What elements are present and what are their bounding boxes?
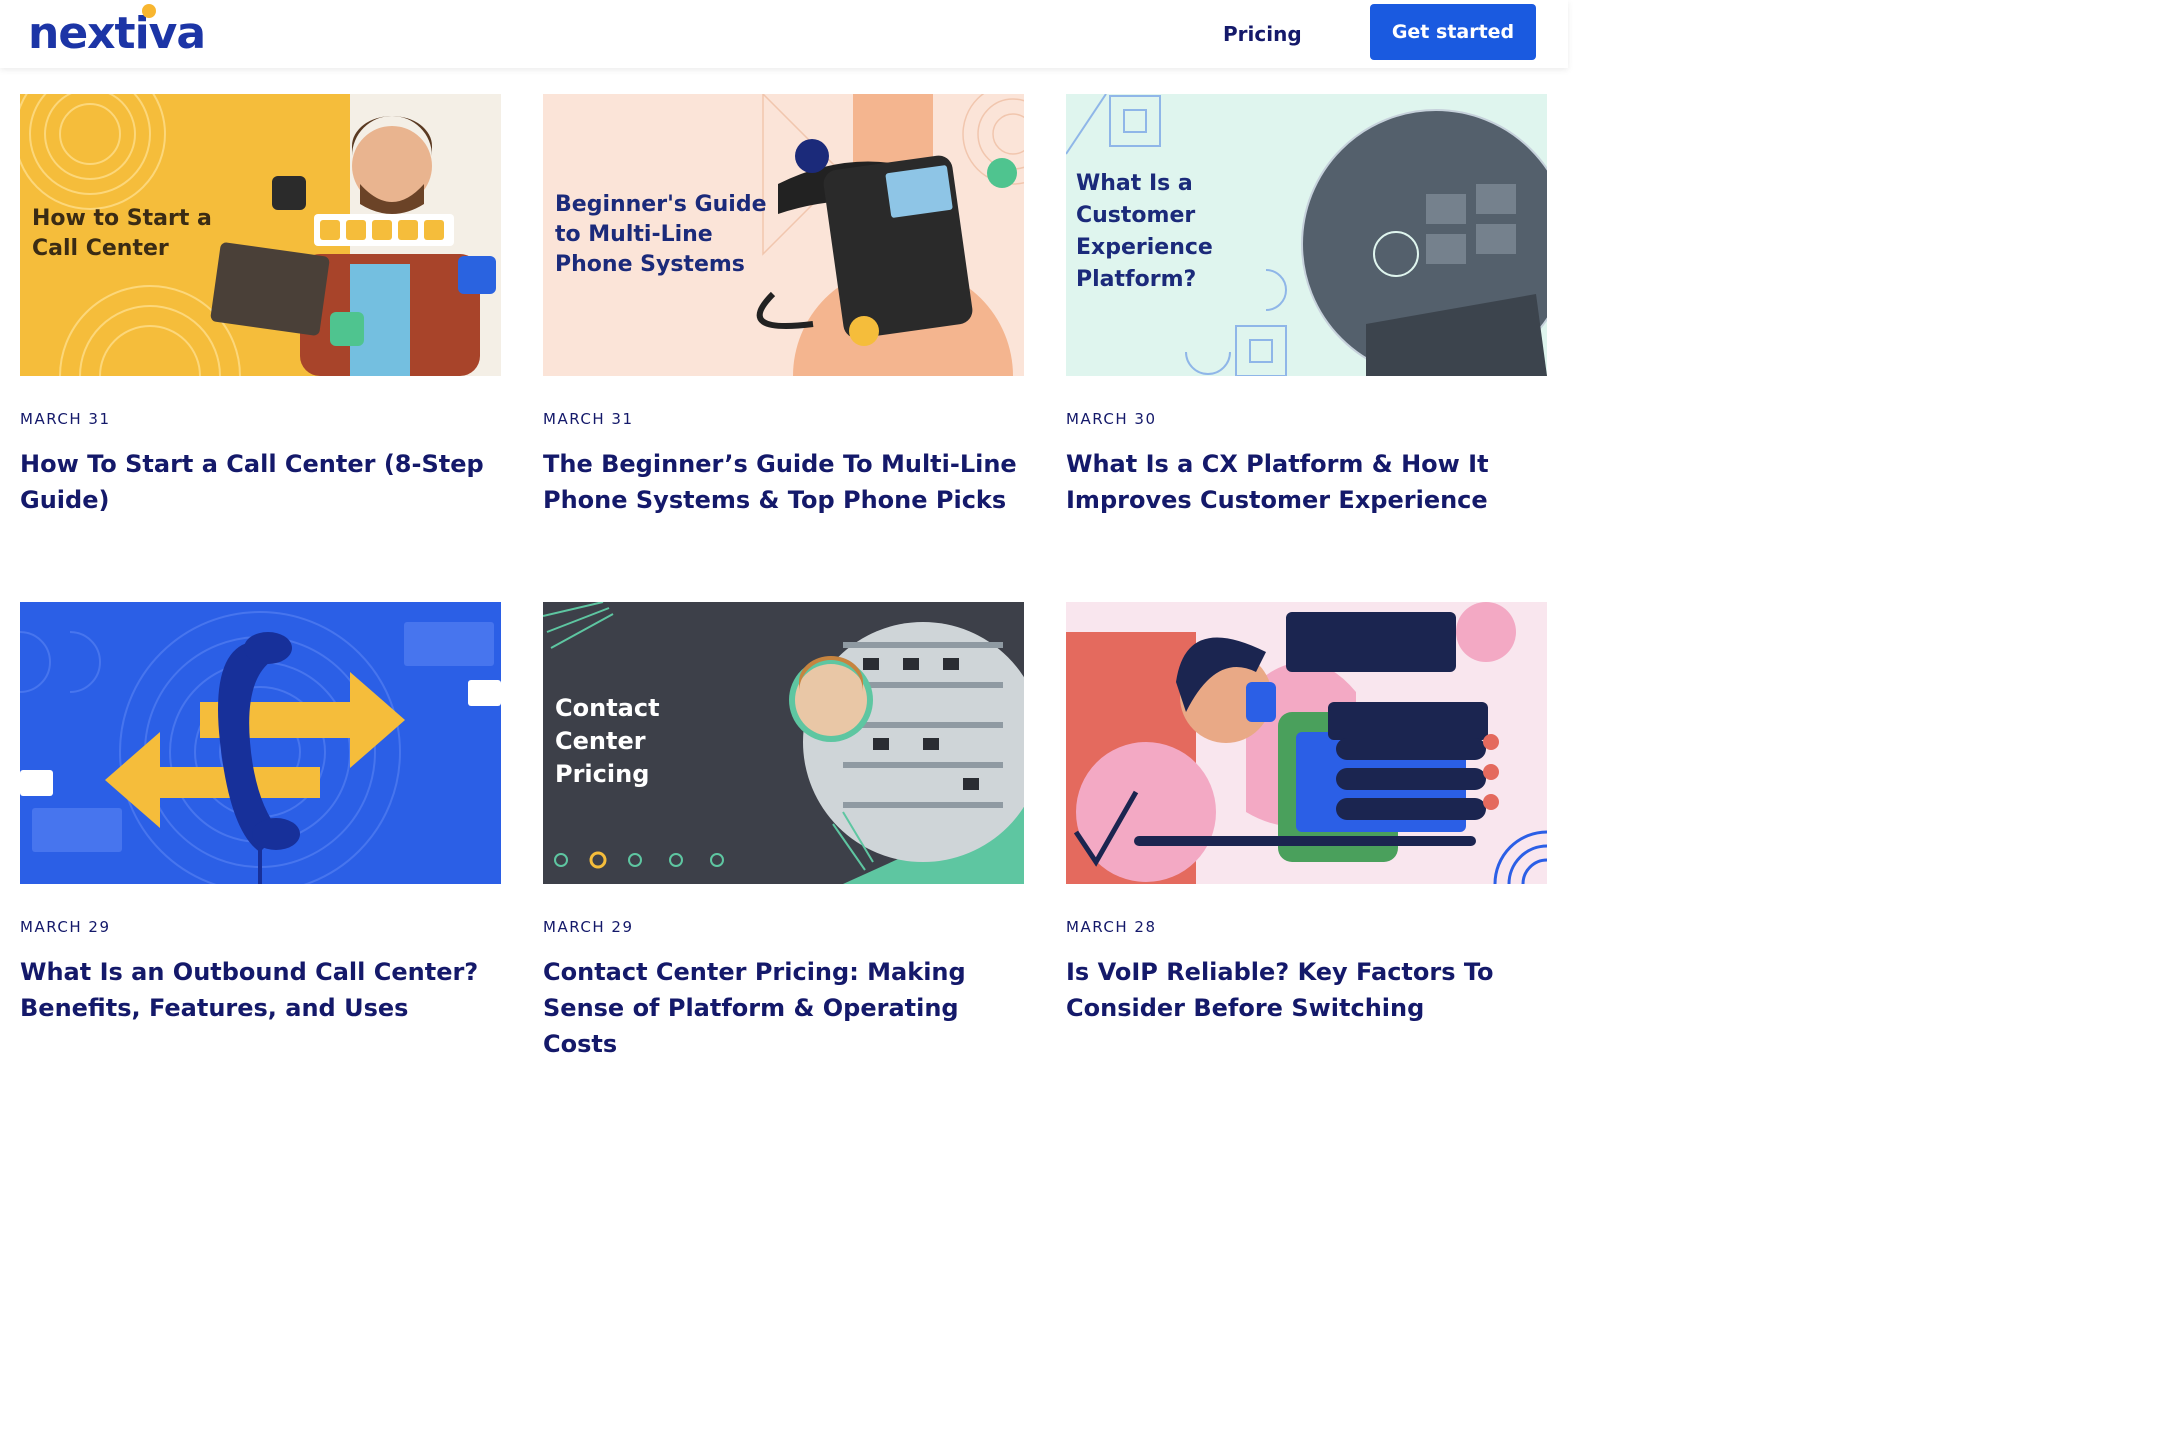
thumbnail-caption: How to Start a Call Center (32, 206, 212, 261)
post-date: MARCH 31 (543, 410, 634, 428)
post-date: MARCH 29 (543, 918, 634, 936)
thumbnail-caption: Beginner's Guide to Multi-Line Phone Sys… (555, 192, 767, 277)
site-header: nextiva Pricing Get started (0, 0, 1568, 68)
post-date: MARCH 28 (1066, 918, 1157, 936)
get-started-button[interactable]: Get started (1370, 4, 1536, 60)
post-title[interactable]: How To Start a Call Center (8-Step Guide… (20, 446, 501, 518)
thumbnail-caption: Contact Center Pricing (555, 694, 660, 788)
post-thumbnail[interactable]: Beginner's Guide to Multi-Line Phone Sys… (543, 94, 1024, 376)
post-thumbnail[interactable] (1066, 602, 1547, 884)
post-thumbnail[interactable]: What Is a Customer Experience Platform? (1066, 94, 1547, 376)
post-title[interactable]: What Is an Outbound Call Center? Benefit… (20, 954, 501, 1026)
post-thumbnail[interactable] (20, 602, 501, 884)
post-title[interactable]: What Is a CX Platform & How It Improves … (1066, 446, 1547, 518)
post-date: MARCH 29 (20, 918, 111, 936)
post-title[interactable]: The Beginner’s Guide To Multi-Line Phone… (543, 446, 1024, 518)
post-date: MARCH 31 (20, 410, 111, 428)
post-thumbnail[interactable]: Contact Center Pricing (543, 602, 1024, 884)
thumbnail-caption: What Is a Customer Experience Platform? (1076, 171, 1213, 292)
post-title[interactable]: Is VoIP Reliable? Key Factors To Conside… (1066, 954, 1547, 1026)
logo-wordmark: nextiva (28, 8, 206, 59)
logo-dot (142, 4, 156, 18)
nav-pricing-link[interactable]: Pricing (1223, 22, 1302, 46)
nextiva-logo[interactable]: nextiva (28, 4, 206, 62)
post-date: MARCH 30 (1066, 410, 1157, 428)
post-title[interactable]: Contact Center Pricing: Making Sense of … (543, 954, 1024, 1062)
post-thumbnail[interactable]: How to Start a Call Center (20, 94, 501, 376)
